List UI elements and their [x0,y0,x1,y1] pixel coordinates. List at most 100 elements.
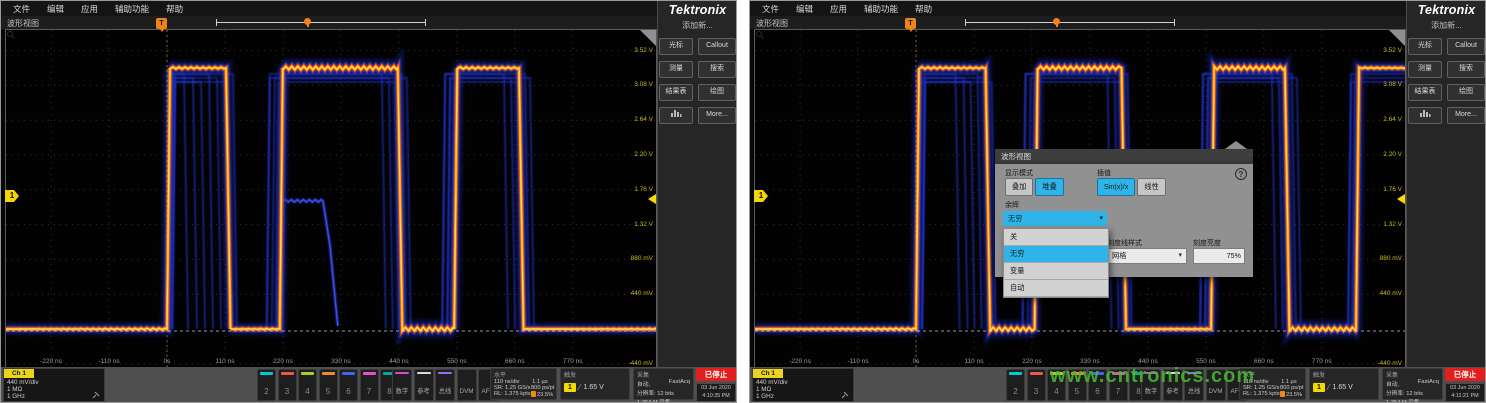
callout-button[interactable]: Callout [698,38,736,55]
channel-7-button[interactable]: 7 [360,369,379,401]
zoom-corner-icon[interactable] [1389,30,1405,46]
search-button[interactable]: 搜索 [698,61,736,78]
channel1-name: Ch 1 [753,369,783,378]
DVM-button[interactable]: DVM [457,369,477,401]
persistence-option-变量[interactable]: 变量 [1004,263,1108,280]
waveform-display[interactable]: 3.52 V3.08 V2.64 V2.20 V1.76 V1.32 V880 … [754,29,1406,371]
stop-button[interactable]: 已停止 [696,368,736,381]
add-new-button-grid: 光标 Callout 测量搜索结果表绘图 More... [1407,38,1486,124]
graticule-intensity-input[interactable]: 75% [1193,248,1245,264]
view-tab-label[interactable]: 波形视图 [756,18,788,29]
time-label: 550 ns [1191,358,1221,365]
display-mode-叠加[interactable]: 叠加 [1005,178,1033,196]
time-label: 770 ns [558,358,588,365]
menu-item-3[interactable]: 辅助功能 [115,3,149,15]
tektronix-logo: Tektronix [1407,3,1486,17]
time-label: 660 ns [500,358,530,365]
trigger-marker[interactable]: T [156,18,167,29]
histogram-button[interactable] [1408,107,1442,124]
channel-2-button[interactable]: 2 [257,369,276,401]
menu-item-2[interactable]: 应用 [81,3,98,15]
add-new-label: 添加新... [1407,20,1486,31]
stop-button[interactable]: 已停止 [1445,368,1485,381]
persistence-option-无穷[interactable]: 无穷 [1004,246,1108,263]
channel1-badge[interactable]: Ch 1 440 mV/div 1 MΩ 1 GHz [752,368,854,402]
persistence-option-关[interactable]: 关 [1004,229,1108,246]
graticule-style-dropdown[interactable]: 网格▾ [1107,248,1187,264]
zoom-corner-icon[interactable] [640,30,656,46]
trigger-level-arrow[interactable] [648,194,656,204]
channel-3-button[interactable]: 3 [1027,369,1046,401]
voltage-label: 2.20 V [1383,151,1402,158]
more-button[interactable]: More... [1447,107,1485,124]
menu-item-4[interactable]: 帮助 [166,3,183,15]
measure-button[interactable]: 测量 [659,61,693,78]
plot-button[interactable]: 绘图 [1447,84,1485,101]
callout-button[interactable]: Callout [1447,38,1485,55]
results-table-button[interactable]: 结果表 [659,84,693,101]
display-mode-堆叠[interactable]: 堆叠 [1035,178,1063,196]
interpolation-Sin(x)/x[interactable]: Sin(x)/x [1097,178,1135,196]
channel-6-button[interactable]: 6 [339,369,358,401]
menu-item-1[interactable]: 编辑 [796,3,813,15]
channel-5-button[interactable]: 5 [319,369,338,401]
position-marker-icon [531,391,536,397]
acquisition-panel[interactable]: 采集 自动, FastAcq 分辨率: 12 bits 1.754 M 采集 [633,368,694,400]
channel-4-button[interactable]: 4 [298,369,317,401]
menu-item-0[interactable]: 文件 [13,3,30,15]
two-screenshot-canvas: 文件 编辑 应用 辅助功能 帮助 波形视图 3.52 V3.08 V2.64 V2.20… [0,0,1486,403]
results-table-button[interactable]: 结果表 [1408,84,1442,101]
数字-button[interactable]: 数字 [392,369,412,401]
waveform-view-dialog: 波形视图 ? 显示模式 叠加堆叠 插值 Sin(x)/x线性 余辉 无穷▾ 关无… [995,149,1253,277]
menu-item-0[interactable]: 文件 [762,3,779,15]
horizontal-overview-bar[interactable] [216,19,426,27]
more-button[interactable]: More... [698,107,736,124]
search-button[interactable]: 搜索 [1447,61,1485,78]
probe-icon [92,391,101,399]
measure-button[interactable]: 测量 [1408,61,1442,78]
trigger-panel[interactable]: 触发 1 ∕ 1.65 V [560,368,630,400]
view-tab-label[interactable]: 波形视图 [7,18,39,29]
histogram-icon [1419,108,1431,118]
channel-3-color [1030,372,1043,375]
trigger-panel[interactable]: 触发 1 ∕ 1.65 V [1309,368,1379,400]
acquisition-panel[interactable]: 采集 自动, FastAcq 分辨率: 12 bits 1.754 M 采集 [1382,368,1443,400]
persistence-dropdown[interactable]: 无穷▾ [1003,211,1107,226]
waveform-display[interactable]: 3.52 V3.08 V2.64 V2.20 V1.76 V1.32 V880 … [5,29,657,371]
trigger-level-arrow[interactable] [1397,194,1405,204]
channel-3-button[interactable]: 3 [278,369,297,401]
overview-line [216,22,426,23]
channel1-bandwidth: 1 GHz [7,393,25,400]
time-label: 110 ns [959,358,989,365]
plot-button[interactable]: 绘图 [698,84,736,101]
time-label: 440 ns [384,358,414,365]
horizontal-overview-bar[interactable] [965,19,1175,27]
overview-line [965,22,1175,23]
menu-item-2[interactable]: 应用 [830,3,847,15]
trigger-marker[interactable]: T [905,18,916,29]
persistence-option-自动[interactable]: 自动 [1004,280,1108,297]
channel-2-button[interactable]: 2 [1006,369,1025,401]
trigger-position-marker[interactable] [1053,18,1060,25]
总线-button[interactable]: 总线 [435,369,455,401]
horizontal-panel[interactable]: 水平 110 ns/div1.1 µsSR: 1.25 GS/s800 ps/p… [490,368,557,400]
help-icon[interactable]: ? [1235,168,1247,180]
menu-item-1[interactable]: 编辑 [47,3,64,15]
time-label: 220 ns [268,358,298,365]
menu-item-4[interactable]: 帮助 [915,3,932,15]
cursor-button[interactable]: 光标 [659,38,693,55]
voltage-label: 1.32 V [634,221,653,228]
cursor-button[interactable]: 光标 [1408,38,1442,55]
time-label: 0s [901,358,931,365]
menu-item-3[interactable]: 辅助功能 [864,3,898,15]
interpolation-线性[interactable]: 线性 [1137,178,1165,196]
horizontal-title: 水平 [494,370,553,379]
oscilloscope-screen-left: 文件 编辑 应用 辅助功能 帮助 波形视图 3.52 V3.08 V2.64 V2.20… [0,0,737,403]
trigger-source-badge: 1 [1313,383,1325,392]
histogram-button[interactable] [659,107,693,124]
channel-5-color [322,372,335,375]
feature-buttons: 数字参考总线DVMAFG [392,369,498,401]
channel1-badge[interactable]: Ch 1 440 mV/div 1 MΩ 1 GHz [3,368,105,402]
参考-button[interactable]: 参考 [414,369,434,401]
trigger-position-marker[interactable] [304,18,311,25]
